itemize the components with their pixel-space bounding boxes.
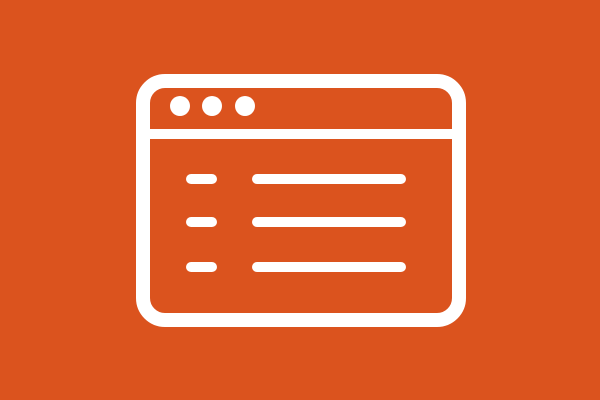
window-frame: [136, 74, 466, 327]
browser-window-list-icon: [136, 74, 466, 327]
icon-canvas: [0, 0, 600, 400]
window-dot-icon: [202, 96, 222, 116]
window-dot-icon: [170, 96, 190, 116]
window-dot-icon: [235, 96, 255, 116]
